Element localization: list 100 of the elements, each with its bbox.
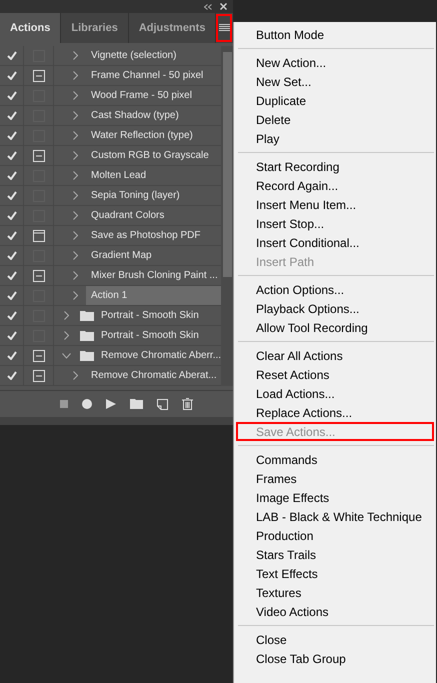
action-set-name[interactable]: Remove Chromatic Aberr...: [96, 346, 222, 365]
check-icon[interactable]: [6, 171, 16, 180]
collapse-panel-icon[interactable]: [204, 4, 212, 10]
menu-item[interactable]: Insert Menu Item...: [236, 195, 434, 214]
menu-item[interactable]: Stars Trails: [236, 545, 434, 564]
action-name[interactable]: Remove Chromatic Aberat...: [86, 366, 222, 385]
check-icon[interactable]: [6, 71, 16, 80]
check-icon[interactable]: [6, 91, 16, 100]
action-name[interactable]: Cast Shadow (type): [86, 106, 222, 125]
folder-icon: [80, 330, 94, 341]
collapse-icon[interactable]: [62, 352, 70, 358]
menu-item[interactable]: Insert Stop...: [236, 214, 434, 233]
menu-item[interactable]: Action Options...: [236, 280, 434, 299]
dialog-icon[interactable]: [32, 350, 44, 362]
expand-icon[interactable]: [73, 71, 78, 80]
action-name[interactable]: Gradient Map: [86, 246, 222, 265]
scrollbar[interactable]: [221, 46, 233, 386]
action-name[interactable]: Save as Photoshop PDF: [86, 226, 222, 245]
close-icon[interactable]: [220, 3, 227, 10]
check-icon[interactable]: [6, 51, 16, 60]
menu-item[interactable]: Clear All Actions: [236, 346, 434, 365]
panel-menu-button[interactable]: [216, 14, 232, 42]
action-name[interactable]: Molten Lead: [86, 166, 222, 185]
dialog-icon[interactable]: [32, 70, 44, 82]
menu-item[interactable]: Textures: [236, 583, 434, 602]
expand-icon[interactable]: [64, 331, 68, 340]
check-icon[interactable]: [6, 111, 16, 120]
menu-item[interactable]: New Action...: [236, 53, 434, 72]
action-name[interactable]: Wood Frame - 50 pixel: [86, 86, 222, 105]
expand-icon[interactable]: [73, 171, 78, 180]
menu-item[interactable]: Insert Conditional...: [236, 233, 434, 252]
expand-icon[interactable]: [73, 291, 78, 300]
dialog-icon[interactable]: [32, 370, 44, 382]
check-icon[interactable]: [6, 351, 16, 360]
check-icon[interactable]: [6, 371, 16, 380]
menu-item[interactable]: Button Mode: [236, 25, 434, 44]
dialog-icon[interactable]: [32, 150, 44, 162]
expand-icon[interactable]: [73, 191, 78, 200]
action-name[interactable]: Vignette (selection): [86, 46, 222, 65]
check-icon[interactable]: [6, 131, 16, 140]
expand-icon[interactable]: [73, 251, 78, 260]
expand-icon[interactable]: [73, 371, 78, 380]
menu-item[interactable]: Playback Options...: [236, 299, 434, 318]
menu-item[interactable]: Video Actions: [236, 602, 434, 621]
expand-icon[interactable]: [73, 211, 78, 220]
menu-item[interactable]: Commands: [236, 450, 434, 469]
expand-icon[interactable]: [73, 151, 78, 160]
new-item-icon[interactable]: [157, 398, 168, 410]
action-name[interactable]: Water Reflection (type): [86, 126, 222, 145]
expand-icon[interactable]: [73, 231, 78, 240]
check-icon[interactable]: [6, 211, 16, 220]
expand-icon[interactable]: [73, 111, 78, 120]
action-name[interactable]: Custom RGB to Grayscale: [86, 146, 222, 165]
check-icon[interactable]: [6, 291, 16, 300]
check-icon[interactable]: [6, 231, 16, 240]
menu-item[interactable]: Production: [236, 526, 434, 545]
check-icon[interactable]: [6, 151, 16, 160]
menu-item[interactable]: Start Recording: [236, 157, 434, 176]
expand-icon[interactable]: [73, 51, 78, 60]
action-name[interactable]: Mixer Brush Cloning Paint ...: [86, 266, 222, 285]
check-icon[interactable]: [6, 191, 16, 200]
menu-item[interactable]: Image Effects: [236, 488, 434, 507]
play-icon[interactable]: [106, 399, 116, 409]
expand-icon[interactable]: [73, 91, 78, 100]
dialog-icon[interactable]: [32, 230, 44, 242]
menu-item[interactable]: Text Effects: [236, 564, 434, 583]
panel-tab[interactable]: Actions: [0, 13, 62, 43]
menu-item[interactable]: Load Actions...: [236, 384, 434, 403]
menu-item[interactable]: Close Tab Group: [236, 649, 434, 668]
action-set-name[interactable]: Portrait - Smooth Skin: [96, 306, 222, 325]
menu-item[interactable]: Play: [236, 129, 434, 148]
menu-item[interactable]: Record Again...: [236, 176, 434, 195]
expand-icon[interactable]: [64, 311, 68, 320]
menu-icon: [218, 24, 230, 32]
folder-icon: [80, 310, 94, 321]
action-name[interactable]: Quadrant Colors: [86, 206, 222, 225]
menu-item[interactable]: New Set...: [236, 72, 434, 91]
menu-item[interactable]: LAB - Black & White Technique: [236, 507, 434, 526]
check-icon[interactable]: [6, 331, 16, 340]
menu-item[interactable]: Replace Actions...: [236, 403, 434, 422]
folder-icon[interactable]: [130, 399, 143, 409]
menu-item[interactable]: Delete: [236, 110, 434, 129]
menu-item[interactable]: Duplicate: [236, 91, 434, 110]
trash-icon[interactable]: [182, 398, 193, 410]
action-set-name[interactable]: Portrait - Smooth Skin: [96, 326, 222, 345]
menu-item[interactable]: Reset Actions: [236, 365, 434, 384]
dialog-icon[interactable]: [32, 270, 44, 282]
menu-item[interactable]: Frames: [236, 469, 434, 488]
resize-grip[interactable]: [0, 417, 233, 425]
expand-icon[interactable]: [73, 271, 78, 280]
expand-icon[interactable]: [73, 131, 78, 140]
action-name[interactable]: Frame Channel - 50 pixel: [86, 66, 222, 85]
check-icon[interactable]: [6, 251, 16, 260]
action-name[interactable]: Action 1: [86, 286, 222, 305]
check-icon[interactable]: [6, 311, 16, 320]
menu-item[interactable]: Allow Tool Recording: [236, 318, 434, 337]
record-icon[interactable]: [82, 399, 92, 409]
menu-item[interactable]: Close: [236, 630, 434, 649]
check-icon[interactable]: [6, 271, 16, 280]
action-name[interactable]: Sepia Toning (layer): [86, 186, 222, 205]
